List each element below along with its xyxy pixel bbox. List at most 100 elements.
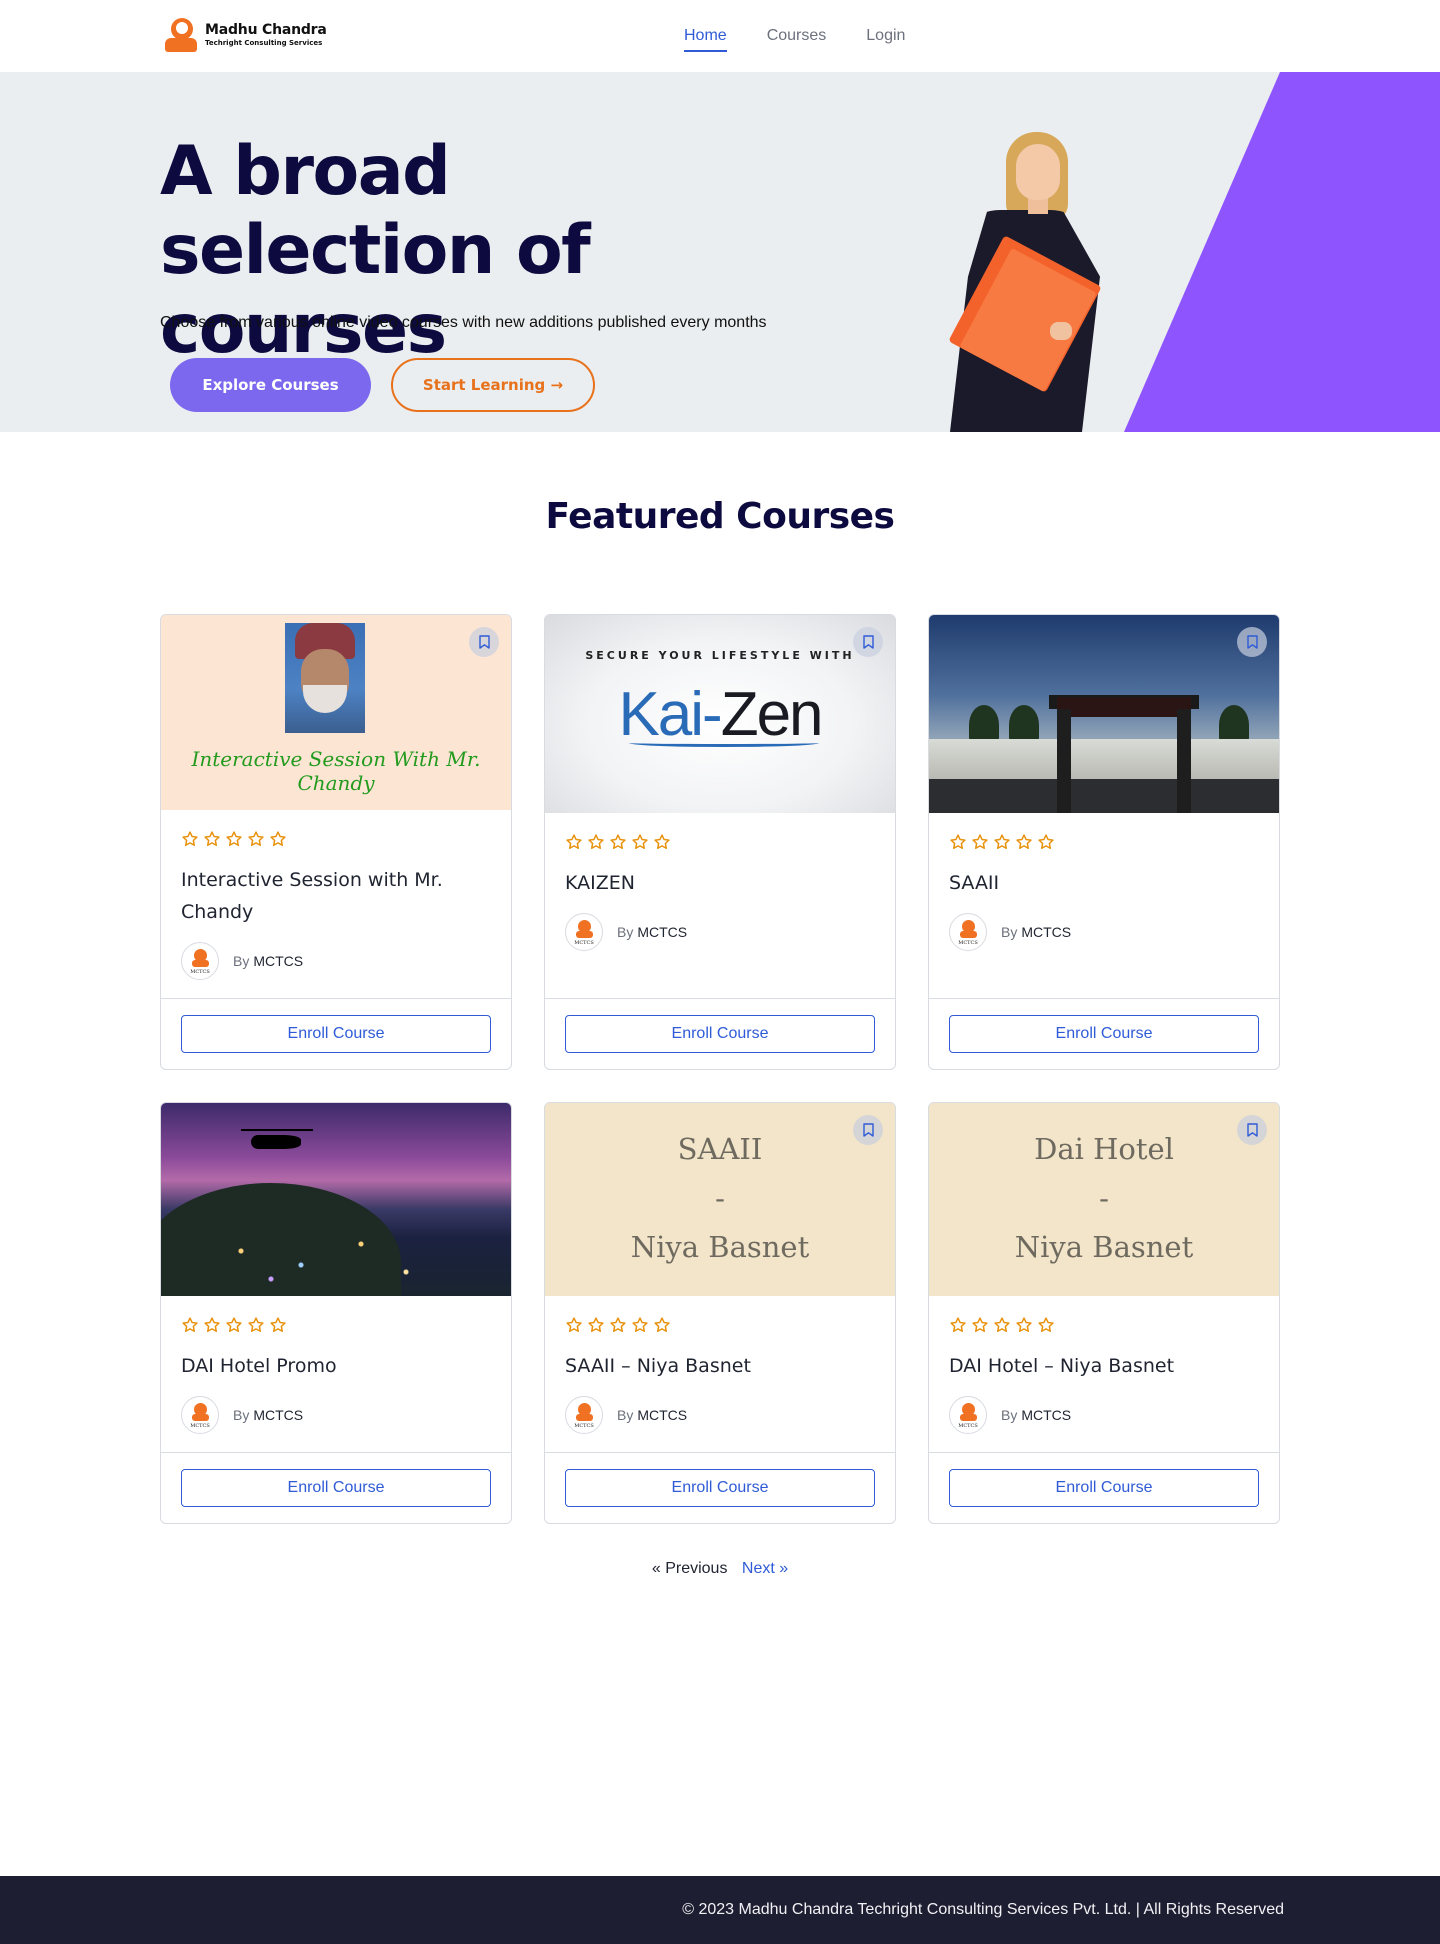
avatar: MCTCS: [949, 1396, 987, 1434]
course-title[interactable]: SAAII: [949, 867, 1259, 899]
star-outline-icon[interactable]: [269, 830, 287, 848]
course-thumbnail[interactable]: [161, 1103, 511, 1296]
by-label: By: [233, 1407, 250, 1423]
author-name[interactable]: MCTCS: [253, 953, 303, 969]
star-outline-icon[interactable]: [269, 1316, 287, 1334]
thumbnail-line: SAAII: [677, 1132, 763, 1166]
thumbnail-line: Niya Basnet: [630, 1230, 810, 1264]
star-outline-icon[interactable]: [1037, 833, 1055, 851]
star-outline-icon[interactable]: [971, 1316, 989, 1334]
by-label: By: [617, 924, 634, 940]
author-name[interactable]: MCTCS: [1021, 1407, 1071, 1423]
course-card[interactable]: SAAII - Niya Basnet SAAII – Niya Basnet MCTC…: [544, 1102, 896, 1524]
star-outline-icon[interactable]: [653, 833, 671, 851]
star-outline-icon[interactable]: [247, 830, 265, 848]
course-thumbnail[interactable]: Dai Hotel - Niya Basnet: [929, 1103, 1279, 1296]
star-outline-icon[interactable]: [993, 833, 1011, 851]
course-author: MCTCS By MCTCS: [181, 942, 491, 998]
course-title[interactable]: KAIZEN: [565, 867, 875, 899]
enroll-course-button[interactable]: Enroll Course: [181, 1469, 491, 1507]
nav-login[interactable]: Login: [866, 0, 905, 72]
course-title[interactable]: DAI Hotel – Niya Basnet: [949, 1350, 1259, 1382]
star-outline-icon[interactable]: [247, 1316, 265, 1334]
star-outline-icon[interactable]: [587, 833, 605, 851]
thumbnail-tagline: SECURE YOUR LIFESTYLE WITH: [585, 649, 855, 662]
bookmark-icon[interactable]: [853, 1115, 883, 1145]
nav-home[interactable]: Home: [684, 0, 727, 72]
bookmark-icon[interactable]: [469, 627, 499, 657]
start-learning-button[interactable]: Start Learning →: [391, 358, 595, 412]
course-author: MCTCS By MCTCS: [565, 913, 875, 969]
star-outline-icon[interactable]: [203, 1316, 221, 1334]
star-outline-icon[interactable]: [1015, 833, 1033, 851]
by-label: By: [233, 953, 250, 969]
course-title[interactable]: Interactive Session with Mr. Chandy: [181, 864, 491, 928]
bookmark-icon[interactable]: [1237, 1115, 1267, 1145]
author-name[interactable]: MCTCS: [637, 924, 687, 940]
enroll-course-button[interactable]: Enroll Course: [181, 1015, 491, 1053]
course-thumbnail[interactable]: SECURE YOUR LIFESTYLE WITH Kai-Zen: [545, 615, 895, 813]
bookmark-icon[interactable]: [1237, 627, 1267, 657]
course-card[interactable]: Dai Hotel - Niya Basnet DAI Hotel – Niya Ba…: [928, 1102, 1280, 1524]
avatar: MCTCS: [565, 913, 603, 951]
enroll-course-button[interactable]: Enroll Course: [949, 1015, 1259, 1053]
rating-stars: [181, 830, 491, 848]
star-outline-icon[interactable]: [181, 830, 199, 848]
star-outline-icon[interactable]: [631, 1316, 649, 1334]
nav-courses[interactable]: Courses: [767, 0, 827, 72]
course-author: MCTCS By MCTCS: [565, 1396, 875, 1452]
enroll-course-button[interactable]: Enroll Course: [565, 1469, 875, 1507]
course-title[interactable]: DAI Hotel Promo: [181, 1350, 491, 1382]
course-thumbnail[interactable]: [929, 615, 1279, 813]
enroll-course-button[interactable]: Enroll Course: [565, 1015, 875, 1053]
star-outline-icon[interactable]: [949, 833, 967, 851]
course-card[interactable]: SAAII MCTCS By MCTCS Enroll Course: [928, 614, 1280, 1070]
star-outline-icon[interactable]: [1015, 1316, 1033, 1334]
star-outline-icon[interactable]: [993, 1316, 1011, 1334]
bookmark-icon[interactable]: [853, 627, 883, 657]
star-outline-icon[interactable]: [971, 833, 989, 851]
star-outline-icon[interactable]: [181, 1316, 199, 1334]
star-outline-icon[interactable]: [565, 833, 583, 851]
pagination: « Previous Next »: [0, 1560, 1440, 1578]
pagination-previous[interactable]: « Previous: [652, 1560, 728, 1577]
star-outline-icon[interactable]: [609, 1316, 627, 1334]
star-outline-icon[interactable]: [631, 833, 649, 851]
by-label: By: [617, 1407, 634, 1423]
logo-icon: [163, 16, 199, 54]
author-name[interactable]: MCTCS: [1021, 924, 1071, 940]
author-name[interactable]: MCTCS: [637, 1407, 687, 1423]
star-outline-icon[interactable]: [653, 1316, 671, 1334]
main-nav: Home Courses Login: [684, 0, 945, 72]
author-name[interactable]: MCTCS: [253, 1407, 303, 1423]
course-title[interactable]: SAAII – Niya Basnet: [565, 1350, 875, 1382]
by-label: By: [1001, 1407, 1018, 1423]
site-logo[interactable]: Madhu Chandra Techright Consulting Servi…: [163, 16, 327, 54]
star-outline-icon[interactable]: [203, 830, 221, 848]
course-thumbnail[interactable]: Interactive Session With Mr. Chandy: [161, 615, 511, 810]
course-author: MCTCS By MCTCS: [181, 1396, 491, 1452]
hero-subtitle: Choose from various online video courses…: [160, 314, 767, 331]
course-card[interactable]: Interactive Session With Mr. Chandy Inter…: [160, 614, 512, 1070]
star-outline-icon[interactable]: [949, 1316, 967, 1334]
thumbnail-line: Dai Hotel: [1034, 1132, 1174, 1166]
thumbnail-line: Niya Basnet: [1014, 1230, 1194, 1264]
course-author: MCTCS By MCTCS: [949, 1396, 1259, 1452]
course-thumbnail[interactable]: SAAII - Niya Basnet: [545, 1103, 895, 1296]
featured-courses-title: Featured Courses: [545, 496, 895, 537]
star-outline-icon[interactable]: [1037, 1316, 1055, 1334]
logo-subtitle: Techright Consulting Services: [205, 39, 323, 47]
footer-copyright: © 2023 Madhu Chandra Techright Consultin…: [682, 1901, 1284, 1918]
star-outline-icon[interactable]: [587, 1316, 605, 1334]
thumbnail-line: -: [1099, 1181, 1109, 1215]
pagination-next[interactable]: Next »: [742, 1560, 788, 1577]
explore-courses-button[interactable]: Explore Courses: [170, 358, 371, 412]
course-card[interactable]: DAI Hotel Promo MCTCS By MCTCS Enroll Course: [160, 1102, 512, 1524]
star-outline-icon[interactable]: [565, 1316, 583, 1334]
enroll-course-button[interactable]: Enroll Course: [949, 1469, 1259, 1507]
course-card[interactable]: SECURE YOUR LIFESTYLE WITH Kai-Zen KAIZEN M…: [544, 614, 896, 1070]
rating-stars: [181, 1316, 491, 1334]
star-outline-icon[interactable]: [225, 1316, 243, 1334]
star-outline-icon[interactable]: [225, 830, 243, 848]
star-outline-icon[interactable]: [609, 833, 627, 851]
